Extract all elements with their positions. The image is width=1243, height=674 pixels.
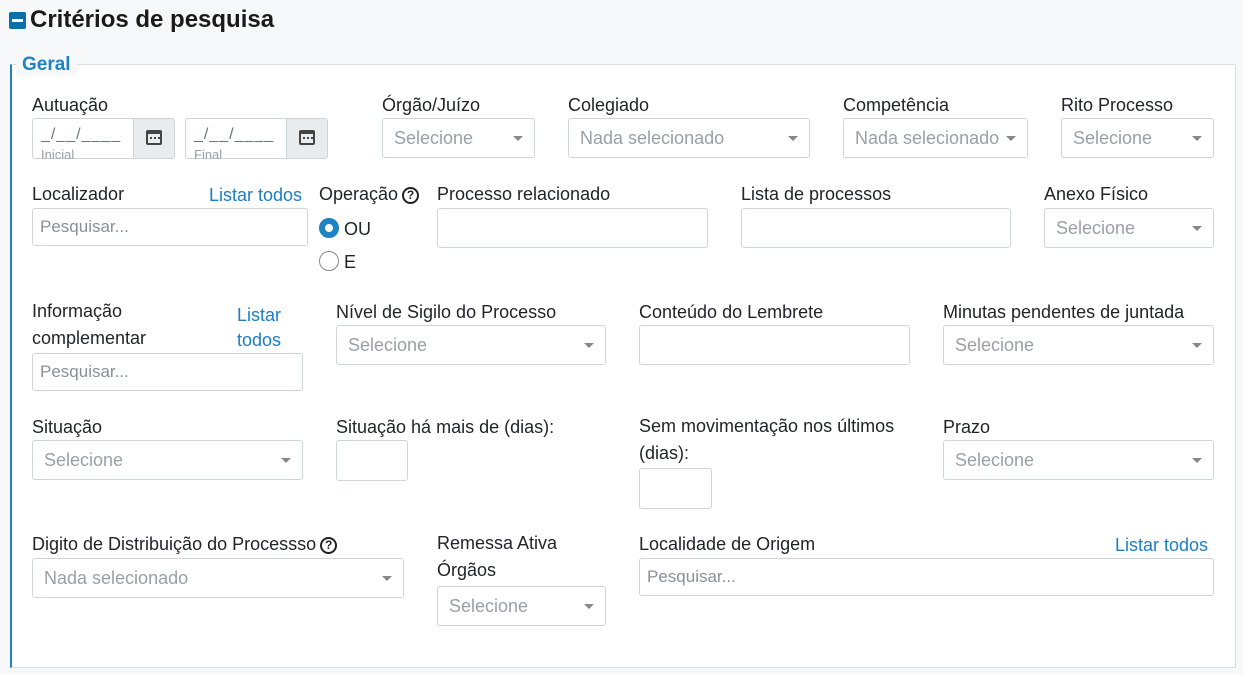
sem-movimentacao-input[interactable] bbox=[639, 468, 712, 509]
informacao-complementar-label: Informação complementar bbox=[32, 301, 147, 348]
competencia-label: Competência bbox=[843, 95, 950, 115]
select-value: Selecione bbox=[348, 335, 428, 355]
caret-down-icon bbox=[382, 576, 392, 581]
caret-down-icon bbox=[1192, 458, 1202, 463]
situacao-label: Situação bbox=[32, 417, 103, 437]
minutas-pendentes-select[interactable]: Selecione bbox=[943, 325, 1214, 365]
help-icon[interactable]: ? bbox=[402, 187, 420, 204]
sem-movimentacao-label: Sem movimentação nos últimos (dias): bbox=[639, 416, 895, 463]
colegiado-select[interactable]: Nada selecionado bbox=[568, 118, 810, 158]
localizador-label: Localizador bbox=[32, 184, 125, 204]
autuacao-end-calendar-button[interactable] bbox=[286, 118, 328, 159]
caret-down-icon bbox=[1192, 226, 1202, 231]
calendar-icon bbox=[146, 130, 162, 145]
autuacao-start-calendar-button[interactable] bbox=[133, 118, 175, 159]
conteudo-lembrete-label: Conteúdo do Lembrete bbox=[639, 302, 824, 322]
rito-processo-label: Rito Processo bbox=[1061, 95, 1174, 115]
orgao-juizo-label: Órgão/Juízo bbox=[382, 95, 481, 115]
digito-distribuicao-label: Digito de Distribuição do Processso? bbox=[32, 533, 338, 555]
orgao-juizo-select[interactable]: Selecione bbox=[382, 118, 535, 158]
caret-down-icon bbox=[513, 136, 523, 141]
remessa-ativa-select[interactable]: Selecione bbox=[437, 586, 606, 626]
operacao-label-text: Operação bbox=[319, 184, 399, 204]
remessa-ativa-label: Remessa Ativa Órgãos bbox=[437, 533, 558, 580]
competencia-select[interactable]: Nada selecionado bbox=[843, 118, 1028, 158]
situacao-select[interactable]: Selecione bbox=[32, 440, 303, 480]
prazo-select[interactable]: Selecione bbox=[943, 440, 1214, 480]
operacao-label: Operação? bbox=[319, 183, 420, 205]
autuacao-label: Autuação bbox=[32, 95, 109, 115]
date-mask: _/__/____ bbox=[41, 126, 122, 143]
informacao-complementar-listar-todos-link[interactable]: Listar todos bbox=[237, 303, 293, 353]
caret-down-icon bbox=[584, 604, 594, 609]
collapse-toggle-icon[interactable] bbox=[9, 12, 26, 29]
prazo-label: Prazo bbox=[943, 417, 991, 437]
date-sublabel: Inicial bbox=[41, 147, 75, 162]
caret-down-icon bbox=[281, 458, 291, 463]
select-value: Selecione bbox=[44, 450, 124, 470]
digito-distribuicao-select[interactable]: Nada selecionado bbox=[32, 558, 404, 598]
caret-down-icon bbox=[584, 343, 594, 348]
date-mask: _/__/____ bbox=[194, 126, 275, 143]
lista-processos-label: Lista de processos bbox=[741, 184, 892, 204]
informacao-complementar-search-input[interactable]: Pesquisar... bbox=[32, 353, 303, 391]
situacao-dias-input[interactable] bbox=[336, 440, 408, 481]
select-value: Selecione bbox=[955, 335, 1035, 355]
localizador-listar-todos-link[interactable]: Listar todos bbox=[209, 184, 302, 206]
section-legend: Geral bbox=[16, 54, 77, 76]
lista-processos-input[interactable] bbox=[741, 208, 1011, 248]
nivel-sigilo-select[interactable]: Selecione bbox=[336, 325, 606, 365]
select-value: Selecione bbox=[449, 596, 529, 616]
select-value: Nada selecionado bbox=[44, 568, 189, 588]
anexo-fisico-label: Anexo Físico bbox=[1044, 184, 1149, 204]
select-value: Selecione bbox=[1073, 128, 1153, 148]
digito-distribuicao-label-text: Digito de Distribuição do Processso bbox=[32, 534, 317, 554]
caret-down-icon bbox=[788, 136, 798, 141]
caret-down-icon bbox=[1192, 136, 1202, 141]
operacao-option-ou-label: OU bbox=[344, 219, 371, 239]
localidade-origem-search-input[interactable]: Pesquisar... bbox=[639, 558, 1214, 596]
select-value: Selecione bbox=[1056, 218, 1136, 238]
processo-relacionado-label: Processo relacionado bbox=[437, 184, 611, 204]
minutas-pendentes-label: Minutas pendentes de juntada bbox=[943, 302, 1185, 322]
operacao-radio-e[interactable] bbox=[319, 251, 339, 271]
localidade-origem-listar-todos-link[interactable]: Listar todos bbox=[1115, 534, 1208, 556]
caret-down-icon bbox=[1006, 136, 1016, 141]
page-title: Critérios de pesquisa bbox=[30, 6, 275, 33]
select-value: Selecione bbox=[955, 450, 1035, 470]
calendar-icon bbox=[299, 130, 315, 145]
help-icon[interactable]: ? bbox=[320, 537, 338, 554]
situacao-dias-label: Situação há mais de (dias): bbox=[336, 417, 555, 437]
nivel-sigilo-label: Nível de Sigilo do Processo bbox=[336, 302, 557, 322]
select-value: Nada selecionado bbox=[580, 128, 725, 148]
date-sublabel: Final bbox=[194, 147, 223, 162]
operacao-radio-ou[interactable] bbox=[319, 218, 339, 238]
colegiado-label: Colegiado bbox=[568, 95, 650, 115]
conteudo-lembrete-input[interactable] bbox=[639, 325, 910, 365]
select-value: Selecione bbox=[394, 128, 474, 148]
localizador-search-input[interactable]: Pesquisar... bbox=[32, 208, 308, 246]
select-value: Nada selecionado bbox=[855, 128, 1000, 148]
caret-down-icon bbox=[1192, 343, 1202, 348]
localidade-origem-label: Localidade de Origem bbox=[639, 534, 816, 554]
processo-relacionado-input[interactable] bbox=[437, 208, 708, 248]
operacao-option-e-label: E bbox=[344, 252, 357, 272]
rito-processo-select[interactable]: Selecione bbox=[1061, 118, 1214, 158]
autuacao-end-input[interactable]: _/__/____ Final bbox=[185, 118, 287, 162]
autuacao-start-input[interactable]: _/__/____ Inicial bbox=[32, 118, 134, 162]
anexo-fisico-select[interactable]: Selecione bbox=[1044, 208, 1214, 248]
